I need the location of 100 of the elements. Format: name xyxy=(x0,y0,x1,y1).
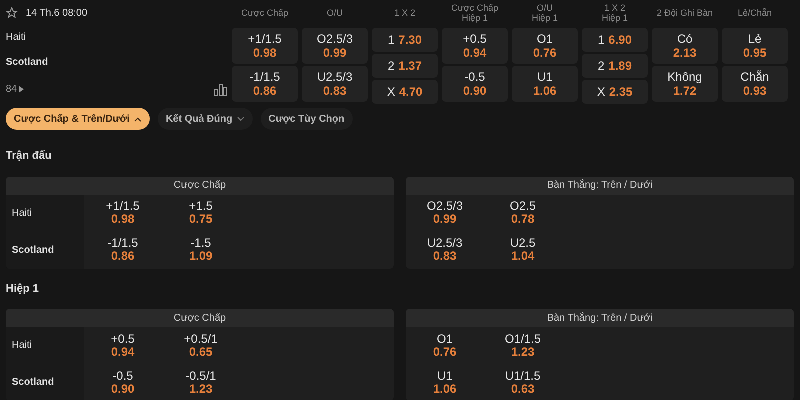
team-name: Haiti xyxy=(6,31,28,45)
odds-value: 0.94 xyxy=(111,346,135,358)
match-time: 14 Th.6 08:00 xyxy=(26,6,88,20)
odds-value: 0.99 xyxy=(433,213,457,226)
odds-cell[interactable]: -0.5 0.90 xyxy=(442,66,508,102)
odds-value: 0.63 xyxy=(511,382,535,396)
odds-value: 1.09 xyxy=(189,250,213,263)
odds-value: 1.89 xyxy=(608,58,632,75)
market-tab[interactable]: Kết Quả Đúng xyxy=(158,108,253,130)
odds-value: 7.30 xyxy=(398,32,422,49)
team-name: Haiti xyxy=(12,339,32,353)
column-header: 1 X 2 xyxy=(393,7,416,20)
odds-value: 0.95 xyxy=(743,46,767,60)
handicap-line: -1.5 xyxy=(190,237,212,250)
odds-cell[interactable]: +1/1.5 0.98 xyxy=(232,28,298,64)
table-header: Bàn Thắng: Trên / Dưới xyxy=(406,176,794,194)
market-tab[interactable]: Cược Chấp & Trên/Dưới xyxy=(6,108,150,130)
star-icon[interactable] xyxy=(6,7,18,19)
odds-value: 1.04 xyxy=(511,250,535,263)
handicap-line: U1 xyxy=(437,370,453,382)
odds-cell[interactable]: U1 1.06 xyxy=(512,66,578,102)
outcome-label: 1 xyxy=(388,32,395,49)
odds-value: 0.98 xyxy=(253,46,277,60)
handicap-line: +0.5/1 xyxy=(184,332,218,346)
handicap-line: O2.5 xyxy=(510,200,536,213)
more-markets-link[interactable]: 84 xyxy=(6,82,24,97)
odds-value: 0.98 xyxy=(111,213,135,226)
odds-value: 0.76 xyxy=(533,46,557,60)
odds-cell[interactable]: 1 7.30 xyxy=(372,28,438,52)
handicap-line: +1.5 xyxy=(189,200,213,213)
column-header: O/U xyxy=(326,7,344,20)
odds-cell[interactable]: X 2.35 xyxy=(582,80,648,104)
odds-value: 0.86 xyxy=(253,84,277,98)
odds-cell[interactable]: 2 1.89 xyxy=(582,54,648,78)
handicap-line: O1/1.5 xyxy=(504,332,542,346)
odds-value: 1.72 xyxy=(673,84,697,98)
odds-value: 0.99 xyxy=(323,46,347,60)
handicap-line: -1/1.5 xyxy=(250,70,280,84)
handicap-line: +0.5 xyxy=(463,32,487,46)
odds-value: 0.83 xyxy=(323,84,347,98)
outcome-label: X xyxy=(387,84,396,101)
odds-cell[interactable]: O2.5/3 0.99 xyxy=(302,28,368,64)
handicap-line: U2.5/3 xyxy=(317,70,353,84)
handicap-line: -0.5/1 xyxy=(186,370,216,382)
handicap-line: O2.5/3 xyxy=(316,32,354,46)
odds-value: 0.75 xyxy=(189,213,213,226)
odds-cell[interactable]: O1 0.76 xyxy=(512,28,578,64)
column-header: O/U Hiệp 1 xyxy=(530,2,559,24)
handicap-line: U1/1.5 xyxy=(505,370,541,382)
section-title: Trận đấu xyxy=(6,149,53,164)
handicap-line: Không xyxy=(668,70,702,84)
column-header: 1 X 2 Hiệp 1 xyxy=(600,2,629,24)
team-name: Scotland xyxy=(12,244,54,258)
handicap-line: -0.5 xyxy=(112,370,134,382)
table-header: Cược Chấp xyxy=(6,176,394,194)
odds-cell[interactable]: -1/1.5 0.86 xyxy=(232,66,298,102)
odds-value: 2.35 xyxy=(609,84,633,101)
handicap-line: O2.5/3 xyxy=(426,200,464,213)
odds-cell[interactable]: +0.5 0.94 xyxy=(442,28,508,64)
odds-cell[interactable]: 2 1.37 xyxy=(372,54,438,78)
handicap-line: U2.5 xyxy=(510,237,536,250)
handicap-line: Lẻ xyxy=(748,32,762,46)
outcome-label: 2 xyxy=(388,58,395,75)
odds-value: 1.37 xyxy=(398,58,422,75)
section-title: Hiệp 1 xyxy=(6,282,40,296)
handicap-line: Chẵn xyxy=(740,70,770,84)
column-header: 2 Đội Ghi Bàn xyxy=(656,7,714,20)
odds-value: 4.70 xyxy=(399,84,423,101)
column-header: Cược Chấp Hiệp 1 xyxy=(450,2,500,24)
handicap-line: U1 xyxy=(537,70,553,84)
stats-icon[interactable] xyxy=(214,82,228,96)
odds-value: 0.78 xyxy=(511,213,535,226)
odds-cell[interactable]: Không 1.72 xyxy=(652,66,718,102)
team-name: Haiti xyxy=(12,206,32,220)
odds-value: 0.86 xyxy=(111,250,135,263)
odds-cell[interactable]: Lẻ 0.95 xyxy=(722,28,788,64)
odds-value: 0.76 xyxy=(433,346,457,358)
handicap-line: O1 xyxy=(436,332,453,346)
odds-cell[interactable]: Chẵn 0.93 xyxy=(722,66,788,102)
outcome-label: 1 xyxy=(598,32,605,49)
odds-value: 0.65 xyxy=(189,346,213,358)
odds-value: 0.93 xyxy=(743,84,767,98)
odds-value: 6.90 xyxy=(608,32,632,49)
handicap-line: -0.5 xyxy=(464,70,486,84)
caret-icon xyxy=(19,86,24,93)
team-name: Scotland xyxy=(6,56,50,70)
odds-cell[interactable]: U2.5/3 0.83 xyxy=(302,66,368,102)
handicap-line: +0.5 xyxy=(111,332,135,346)
handicap-line: +1/1.5 xyxy=(248,32,282,46)
handicap-line: U2.5/3 xyxy=(427,237,463,250)
odds-value: 2.13 xyxy=(673,46,697,60)
column-header: Cược Chấp xyxy=(240,7,290,20)
odds-value: 0.94 xyxy=(463,46,487,60)
odds-value: 0.83 xyxy=(433,250,457,263)
odds-cell[interactable]: 1 6.90 xyxy=(582,28,648,52)
odds-cell[interactable]: X 4.70 xyxy=(372,80,438,104)
table-header: Bàn Thắng: Trên / Dưới xyxy=(406,309,794,327)
column-header: Lẻ/Chẵn xyxy=(736,7,774,20)
odds-cell[interactable]: Có 2.13 xyxy=(652,28,718,64)
market-tab[interactable]: Cược Tùy Chọn xyxy=(260,108,353,130)
